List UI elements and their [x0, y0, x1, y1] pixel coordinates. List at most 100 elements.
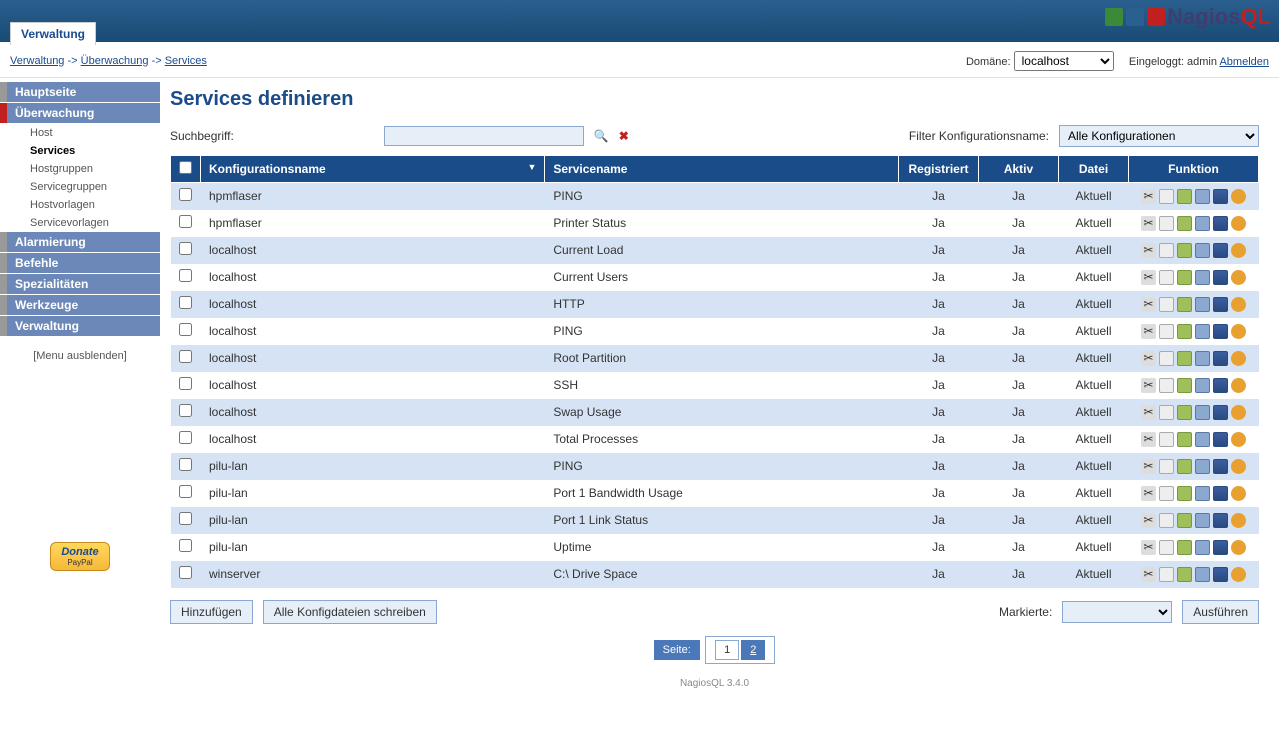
save-icon[interactable]: [1213, 324, 1228, 339]
cell-config[interactable]: localhost: [201, 318, 545, 345]
save-icon[interactable]: [1213, 459, 1228, 474]
copy-icon[interactable]: [1159, 540, 1174, 555]
row-checkbox[interactable]: [179, 431, 192, 444]
row-checkbox[interactable]: [179, 404, 192, 417]
cell-service[interactable]: PING: [545, 318, 899, 345]
save-icon[interactable]: [1213, 486, 1228, 501]
edit-icon[interactable]: ✂: [1141, 351, 1156, 366]
cell-service[interactable]: PING: [545, 183, 899, 210]
activate-icon[interactable]: [1177, 216, 1192, 231]
cell-service[interactable]: Port 1 Link Status: [545, 507, 899, 534]
nav-item[interactable]: Alarmierung: [0, 232, 160, 252]
col-file[interactable]: Datei: [1059, 156, 1129, 183]
save-icon[interactable]: [1213, 432, 1228, 447]
edit-icon[interactable]: ✂: [1141, 486, 1156, 501]
copy-icon[interactable]: [1159, 243, 1174, 258]
download-icon[interactable]: [1195, 378, 1210, 393]
hide-menu[interactable]: [Menu ausblenden]: [0, 350, 160, 362]
download-icon[interactable]: [1195, 216, 1210, 231]
nav-sub-item[interactable]: Hostgruppen: [0, 160, 160, 178]
info-icon[interactable]: [1231, 216, 1246, 231]
filter-select[interactable]: Alle Konfigurationen: [1059, 125, 1259, 147]
save-icon[interactable]: [1213, 540, 1228, 555]
select-all-checkbox[interactable]: [179, 161, 192, 174]
nav-sub-item[interactable]: Hostvorlagen: [0, 196, 160, 214]
donate-button[interactable]: Donate PayPal: [50, 542, 109, 571]
save-icon[interactable]: [1213, 216, 1228, 231]
row-checkbox[interactable]: [179, 188, 192, 201]
cell-service[interactable]: Current Load: [545, 237, 899, 264]
cell-service[interactable]: Port 1 Bandwidth Usage: [545, 480, 899, 507]
save-icon[interactable]: [1213, 378, 1228, 393]
activate-icon[interactable]: [1177, 540, 1192, 555]
download-icon[interactable]: [1195, 459, 1210, 474]
edit-icon[interactable]: ✂: [1141, 324, 1156, 339]
cell-service[interactable]: C:\ Drive Space: [545, 561, 899, 588]
info-icon[interactable]: [1231, 540, 1246, 555]
info-icon[interactable]: [1231, 513, 1246, 528]
nav-sub-item[interactable]: Servicevorlagen: [0, 214, 160, 232]
row-checkbox[interactable]: [179, 512, 192, 525]
activate-icon[interactable]: [1177, 459, 1192, 474]
save-icon[interactable]: [1213, 351, 1228, 366]
info-icon[interactable]: [1231, 405, 1246, 420]
info-icon[interactable]: [1231, 324, 1246, 339]
download-icon[interactable]: [1195, 432, 1210, 447]
edit-icon[interactable]: ✂: [1141, 297, 1156, 312]
activate-icon[interactable]: [1177, 189, 1192, 204]
activate-icon[interactable]: [1177, 351, 1192, 366]
info-icon[interactable]: [1231, 432, 1246, 447]
activate-icon[interactable]: [1177, 513, 1192, 528]
save-icon[interactable]: [1213, 405, 1228, 420]
nav-sub-item[interactable]: Servicegruppen: [0, 178, 160, 196]
save-icon[interactable]: [1213, 567, 1228, 582]
cell-config[interactable]: pilu-lan: [201, 453, 545, 480]
info-icon[interactable]: [1231, 270, 1246, 285]
activate-icon[interactable]: [1177, 405, 1192, 420]
download-icon[interactable]: [1195, 540, 1210, 555]
copy-icon[interactable]: [1159, 486, 1174, 501]
copy-icon[interactable]: [1159, 216, 1174, 231]
download-icon[interactable]: [1195, 513, 1210, 528]
bc-services[interactable]: Services: [165, 55, 207, 67]
cell-config[interactable]: localhost: [201, 372, 545, 399]
tab-verwaltung[interactable]: Verwaltung: [10, 22, 96, 45]
search-icon[interactable]: 🔍: [594, 129, 609, 143]
download-icon[interactable]: [1195, 486, 1210, 501]
cell-service[interactable]: Current Users: [545, 264, 899, 291]
nav-item[interactable]: Hauptseite: [0, 82, 160, 102]
cell-config[interactable]: localhost: [201, 426, 545, 453]
edit-icon[interactable]: ✂: [1141, 540, 1156, 555]
execute-button[interactable]: Ausführen: [1182, 600, 1259, 624]
page-link[interactable]: 1: [715, 640, 739, 660]
row-checkbox[interactable]: [179, 242, 192, 255]
activate-icon[interactable]: [1177, 270, 1192, 285]
edit-icon[interactable]: ✂: [1141, 216, 1156, 231]
copy-icon[interactable]: [1159, 189, 1174, 204]
write-all-button[interactable]: Alle Konfigdateien schreiben: [263, 600, 437, 624]
nav-item[interactable]: Überwachung: [0, 103, 160, 123]
cell-config[interactable]: localhost: [201, 264, 545, 291]
save-icon[interactable]: [1213, 243, 1228, 258]
nav-item[interactable]: Spezialitäten: [0, 274, 160, 294]
col-service[interactable]: Servicename: [545, 156, 899, 183]
save-icon[interactable]: [1213, 297, 1228, 312]
row-checkbox[interactable]: [179, 566, 192, 579]
edit-icon[interactable]: ✂: [1141, 270, 1156, 285]
copy-icon[interactable]: [1159, 378, 1174, 393]
edit-icon[interactable]: ✂: [1141, 189, 1156, 204]
download-icon[interactable]: [1195, 243, 1210, 258]
cell-service[interactable]: Root Partition: [545, 345, 899, 372]
cell-config[interactable]: pilu-lan: [201, 534, 545, 561]
copy-icon[interactable]: [1159, 270, 1174, 285]
nav-item[interactable]: Befehle: [0, 253, 160, 273]
info-icon[interactable]: [1231, 243, 1246, 258]
save-icon[interactable]: [1213, 270, 1228, 285]
col-active[interactable]: Aktiv: [979, 156, 1059, 183]
cell-config[interactable]: winserver: [201, 561, 545, 588]
download-icon[interactable]: [1195, 270, 1210, 285]
bc-verwaltung[interactable]: Verwaltung: [10, 55, 64, 67]
row-checkbox[interactable]: [179, 377, 192, 390]
edit-icon[interactable]: ✂: [1141, 378, 1156, 393]
col-config[interactable]: Konfigurationsname▼: [201, 156, 545, 183]
